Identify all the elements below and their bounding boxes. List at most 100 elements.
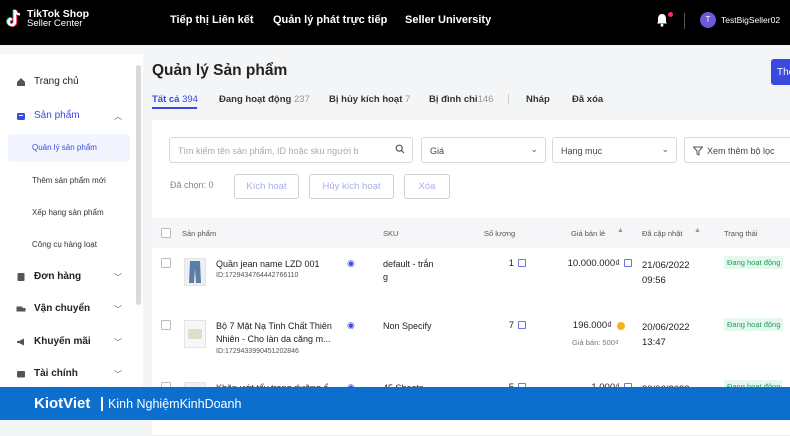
sidebar-item-product-management[interactable]: Quản lý sản phẩm — [32, 143, 97, 152]
chevron-down-icon[interactable]: ﹀ — [114, 272, 122, 283]
sidebar-item-orders[interactable]: Đơn hàng — [16, 271, 81, 282]
column-status: Trạng thái — [724, 229, 758, 238]
tab-divider — [508, 94, 509, 104]
date-line: 20/06/2022 — [642, 322, 690, 333]
product-name[interactable]: Bộ 7 Mặt Nạ Tinh Chất Thiên Nhiên - Cho l… — [216, 320, 341, 346]
page-title: Quản lý Sản phẩm — [152, 62, 288, 79]
sidebar-item-shipping[interactable]: Vận chuyển — [16, 303, 90, 314]
tab-label: Đã xóa — [572, 94, 604, 105]
category-filter-label: Hạng mục — [561, 146, 603, 156]
chevron-up-icon[interactable]: ︿ — [114, 111, 122, 122]
sidebar-scrollbar[interactable] — [136, 65, 141, 305]
sidebar-item-label: Sản phẩm — [34, 110, 80, 121]
row-checkbox[interactable] — [161, 320, 171, 330]
tab-active[interactable]: Đang hoạt động 237 — [219, 94, 310, 105]
sidebar-item-label: Khuyến mãi — [34, 336, 91, 347]
activate-button[interactable]: Kích hoạt — [234, 174, 299, 199]
username[interactable]: TestBigSeller02 — [721, 15, 780, 25]
selected-number: 0 — [208, 180, 214, 190]
header-divider — [684, 13, 685, 29]
price-warning-icon[interactable] — [617, 322, 625, 330]
tiktok-shop-logo[interactable]: TikTok Shop Seller Center — [6, 9, 89, 29]
chevron-down-icon: ⌄ — [661, 144, 669, 154]
row-checkbox[interactable] — [161, 258, 171, 268]
tab-deactivated[interactable]: Bị hủy kích hoạt 7 — [329, 94, 410, 105]
sku-line: g — [383, 272, 389, 282]
tab-count: 146 — [477, 94, 494, 105]
product-price: 10.000.000₫ — [567, 258, 620, 269]
sidebar-item-label: Tài chính — [34, 368, 78, 379]
active-tab-underline — [152, 107, 197, 109]
category-filter[interactable]: Hạng mục ⌄ — [552, 137, 677, 163]
avatar[interactable]: T — [700, 12, 716, 28]
search-placeholder: Tìm kiếm tên sản phẩm, ID hoặc sku người… — [178, 146, 359, 156]
select-all-checkbox[interactable] — [161, 228, 171, 238]
nav-seller-university[interactable]: Seller University — [405, 14, 491, 26]
bell-icon[interactable] — [656, 13, 668, 32]
product-id: ID:1729434764442766110 — [216, 272, 299, 279]
chevron-down-icon[interactable]: ﹀ — [114, 337, 122, 348]
sidebar-item-promotions[interactable]: Khuyến mãi — [16, 336, 91, 347]
product-thumbnail[interactable] — [184, 320, 206, 348]
sidebar-item-add-product[interactable]: Thêm sản phẩm mới — [32, 176, 106, 185]
product-name-line: Nhiên - Cho làn da căng m... — [216, 334, 331, 344]
wallet-icon — [17, 370, 25, 377]
edit-quantity-icon[interactable] — [518, 259, 526, 267]
sidebar-item-label: Đơn hàng — [34, 271, 82, 282]
tab-deleted[interactable]: Đã xóa — [572, 94, 603, 105]
table-header: Sản phẩm SKU Số lượng Giá bán lẻ ▲ Đã cậ… — [152, 218, 790, 248]
edit-price-icon[interactable] — [624, 259, 632, 267]
chevron-down-icon[interactable]: ﹀ — [114, 304, 122, 315]
selected-count: Đã chọn: 0 — [170, 180, 214, 190]
delete-button[interactable]: Xóa — [404, 174, 450, 199]
sort-icon[interactable]: ▲ — [617, 227, 624, 234]
table-row[interactable]: Bộ 7 Mặt Nạ Tinh Chất Thiên Nhiên - Cho l… — [152, 310, 790, 374]
add-product-button[interactable]: Thêm — [771, 59, 790, 85]
tab-draft[interactable]: Nháp — [526, 94, 550, 105]
notification-dot — [668, 12, 673, 17]
product-sku: default - trắn g — [383, 258, 453, 284]
table-row[interactable]: Quần jean name LZD 001 ID:17294347644427… — [152, 248, 790, 312]
eye-icon[interactable]: ◉ — [347, 258, 355, 269]
product-name[interactable]: Quần jean name LZD 001 — [216, 258, 341, 271]
more-filters-button[interactable]: Xem thêm bộ lọc — [684, 137, 790, 163]
tab-count: 237 — [293, 94, 310, 105]
sidebar-item-product-ranking[interactable]: Xếp hạng sản phẩm — [32, 208, 104, 217]
search-input[interactable]: Tìm kiếm tên sản phẩm, ID hoặc sku người… — [169, 137, 413, 163]
column-price[interactable]: Giá bán lẻ — [571, 229, 605, 238]
product-quantity: 7 — [508, 320, 514, 331]
deactivate-button[interactable]: Hủy kích hoạt — [309, 174, 394, 199]
nav-affiliate[interactable]: Tiếp thị Liên kết — [170, 14, 254, 26]
column-updated[interactable]: Đã cập nhật — [642, 229, 682, 238]
sort-icon[interactable]: ▲ — [694, 227, 701, 234]
search-icon[interactable] — [395, 144, 405, 156]
chevron-down-icon[interactable]: ﹀ — [114, 369, 122, 380]
date-line: 21/06/2022 — [642, 260, 690, 271]
sidebar-item-finance[interactable]: Tài chính — [16, 368, 78, 379]
sidebar-item-bulk-tools[interactable]: Công cụ hàng loạt — [32, 240, 97, 249]
price-filter[interactable]: Giá ⌄ — [421, 137, 546, 163]
sidebar-item-home[interactable]: Trang chủ — [16, 76, 79, 87]
product-thumbnail[interactable] — [184, 258, 206, 286]
time-line: 13:47 — [642, 337, 666, 348]
nav-live-management[interactable]: Quản lý phát trực tiếp — [273, 14, 387, 26]
sale-price: Giá bán: 500₫ — [572, 338, 619, 347]
column-sku: SKU — [383, 229, 399, 238]
updated-date: 21/06/2022 09:56 — [642, 258, 690, 288]
product-id: ID:1729433990451202846 — [216, 348, 299, 355]
sidebar-item-label: Trang chủ — [34, 76, 79, 87]
sidebar: Trang chủ Sản phẩm ︿ Quản lý sản phẩm Th… — [0, 54, 143, 387]
tab-label: Tất cả — [152, 94, 180, 105]
column-quantity: Số lượng — [484, 229, 516, 238]
chevron-down-icon: ⌄ — [530, 144, 538, 154]
eye-icon[interactable]: ◉ — [347, 320, 355, 331]
sidebar-item-products[interactable]: Sản phẩm — [16, 110, 80, 121]
top-bar: TikTok Shop Seller Center Tiếp thị Liên … — [0, 0, 790, 45]
status-badge: Đang hoạt động — [724, 318, 784, 331]
tab-all[interactable]: Tất cả 394 — [152, 94, 198, 105]
tab-suspended[interactable]: Bị đình chỉ146 — [429, 94, 493, 105]
filter-icon — [693, 146, 703, 156]
edit-quantity-icon[interactable] — [518, 321, 526, 329]
tab-label: Nháp — [526, 94, 550, 105]
product-panel: Tìm kiếm tên sản phẩm, ID hoặc sku người… — [152, 120, 790, 436]
